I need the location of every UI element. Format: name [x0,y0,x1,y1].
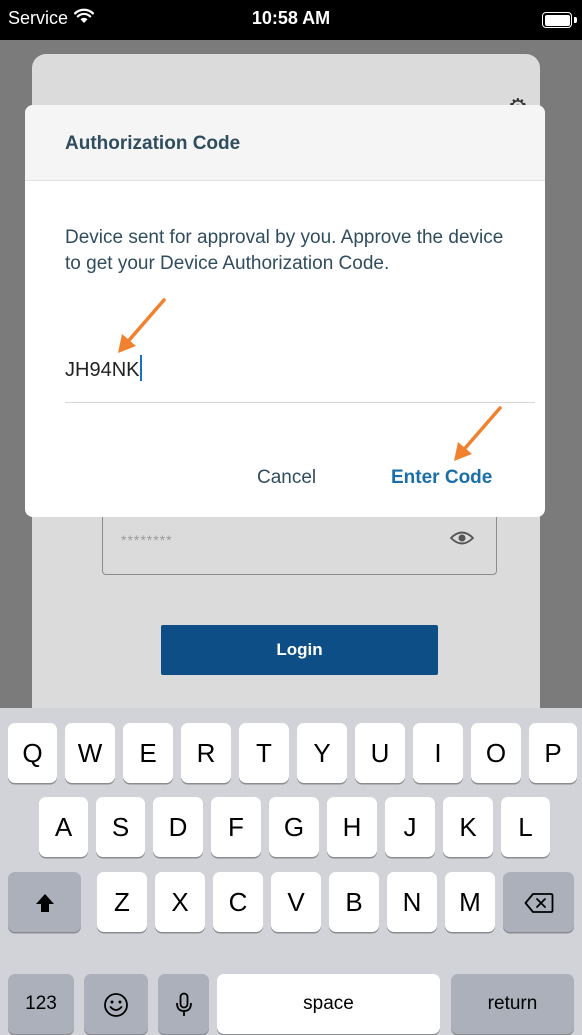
battery-tip [574,17,577,23]
key-k[interactable]: K [443,797,493,857]
microphone-key[interactable] [158,974,209,1034]
key-b[interactable]: B [329,872,379,932]
key-t[interactable]: T [239,723,289,783]
space-key[interactable]: space [217,974,440,1034]
key-f[interactable]: F [211,797,261,857]
dialog-message: Device sent for approval by you. Approve… [65,227,504,274]
key-e[interactable]: E [123,723,173,783]
key-x[interactable]: X [155,872,205,932]
authorization-dialog: Authorization Code Device sent for appro… [25,105,545,517]
status-time: 10:58 AM [251,8,331,28]
emoji-key[interactable] [84,974,148,1034]
key-l[interactable]: L [501,797,550,857]
numbers-key[interactable]: 123 [8,974,74,1034]
key-o[interactable]: O [471,723,521,783]
key-p[interactable]: P [529,723,577,783]
emoji-icon [103,989,129,1019]
enter-code-button[interactable]: Enter Code [391,467,492,489]
key-z[interactable]: Z [97,872,147,932]
dialog-title: Authorization Code [65,133,241,154]
keyboard: Q W E R T Y U I O P A S D F G H J K L Z … [0,708,582,1035]
key-j[interactable]: J [385,797,435,857]
code-value: JH94NK [65,359,140,381]
text-caret [140,355,143,381]
key-d[interactable]: D [153,797,203,857]
status-bar: Service 10:58 AM [0,0,582,40]
key-g[interactable]: G [269,797,319,857]
key-q[interactable]: Q [8,723,57,783]
dialog-header: Authorization Code [25,105,545,181]
key-c[interactable]: C [213,872,263,932]
login-button[interactable]: Login [161,625,438,675]
cancel-button[interactable]: Cancel [257,467,316,489]
eye-icon[interactable] [449,530,475,551]
authorization-code-input[interactable]: JH94NK [65,355,535,403]
return-key[interactable]: return [451,974,574,1034]
shift-icon [34,887,56,917]
key-i[interactable]: I [413,723,463,783]
key-m[interactable]: M [445,872,495,932]
key-w[interactable]: W [65,723,115,783]
key-s[interactable]: S [96,797,145,857]
key-n[interactable]: N [387,872,437,932]
shift-key[interactable] [8,872,81,932]
key-y[interactable]: Y [297,723,347,783]
delete-key[interactable] [503,872,574,932]
password-mask: ******** [121,532,173,548]
battery-icon [542,12,572,28]
key-u[interactable]: U [355,723,405,783]
delete-icon [524,887,554,917]
key-a[interactable]: A [39,797,88,857]
battery-level [544,14,570,26]
key-h[interactable]: H [327,797,377,857]
key-v[interactable]: V [271,872,321,932]
key-r[interactable]: R [181,723,231,783]
microphone-icon [175,989,193,1019]
